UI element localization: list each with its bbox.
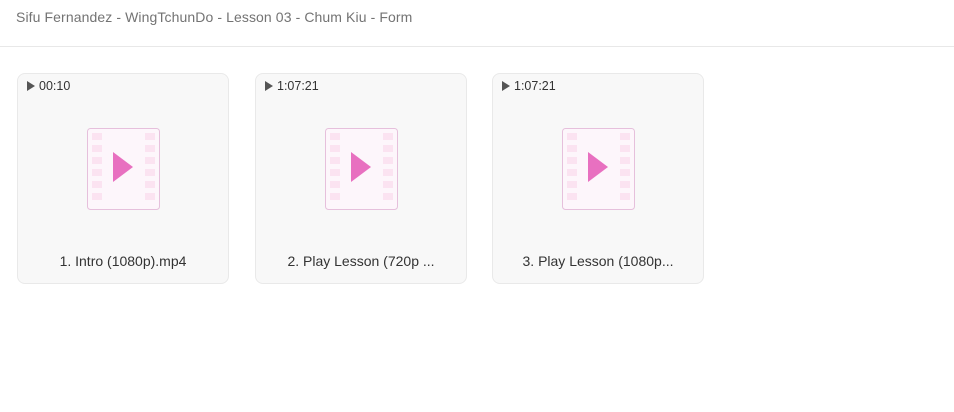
duration-badge: 00:10 xyxy=(27,79,70,93)
file-card[interactable]: 1:07:21 3. Play Lesson (1080p... xyxy=(492,73,704,284)
video-file-icon xyxy=(562,128,635,210)
breadcrumb[interactable]: Sifu Fernandez - WingTchunDo - Lesson 03… xyxy=(16,9,412,25)
file-name: 2. Play Lesson (720p ... xyxy=(287,253,435,269)
file-name: 3. Play Lesson (1080p... xyxy=(522,253,674,269)
play-icon xyxy=(265,81,273,91)
duration-badge: 1:07:21 xyxy=(502,79,556,93)
duration-badge: 1:07:21 xyxy=(265,79,319,93)
header-bar: Sifu Fernandez - WingTchunDo - Lesson 03… xyxy=(0,0,954,47)
file-name: 1. Intro (1080p).mp4 xyxy=(59,253,187,269)
video-file-icon xyxy=(325,128,398,210)
video-file-icon xyxy=(87,128,160,210)
duration-label: 1:07:21 xyxy=(514,79,556,93)
play-icon xyxy=(502,81,510,91)
play-icon xyxy=(27,81,35,91)
file-card[interactable]: 00:10 1. Intro (1080p).mp4 xyxy=(17,73,229,284)
file-card[interactable]: 1:07:21 2. Play Lesson (720p ... xyxy=(255,73,467,284)
duration-label: 1:07:21 xyxy=(277,79,319,93)
duration-label: 00:10 xyxy=(39,79,71,93)
